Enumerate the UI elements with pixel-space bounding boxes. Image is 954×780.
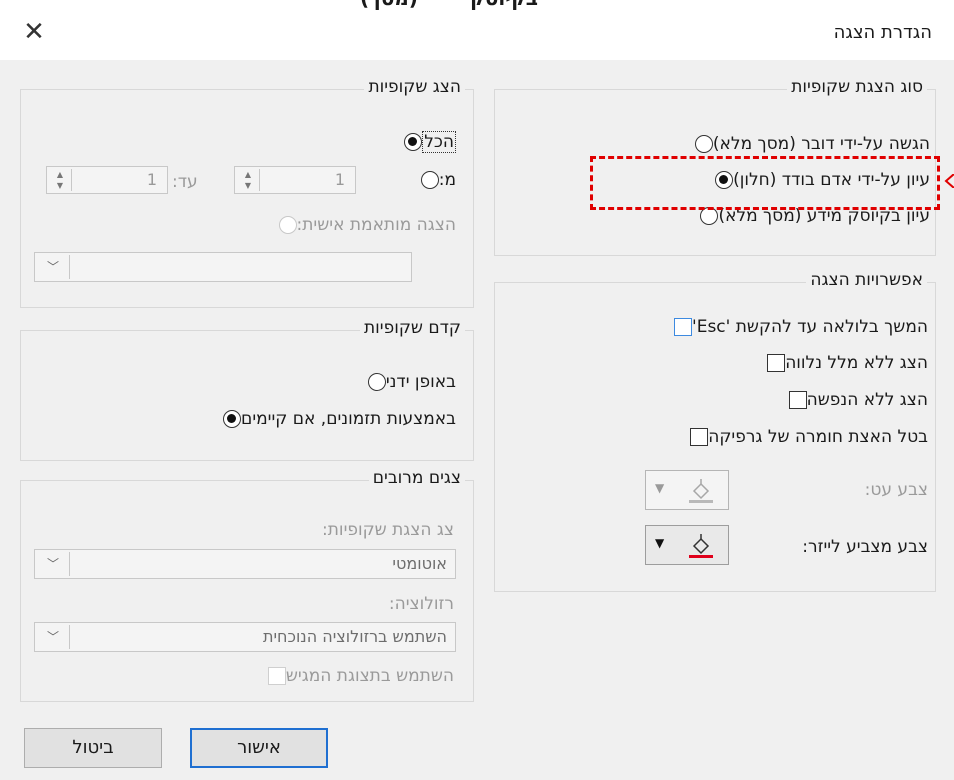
annotation-arrow-icon: [944, 174, 954, 188]
cropped-top-text: (מסך) בקיוסק: [0, 0, 954, 12]
checkbox-no-animation[interactable]: הצג ללא הנפשה: [780, 390, 928, 410]
from-spinner[interactable]: ▲ ▼ 1: [234, 166, 356, 194]
monitor-label: צג הצגת שקופיות:: [322, 520, 454, 540]
laser-color-button[interactable]: ▼: [645, 525, 729, 565]
show-options-title: אפשרויות הצגה: [806, 270, 927, 290]
slides-all-label: הכל: [422, 131, 456, 153]
checkbox-loop-label: המשך בלולאה עד להקשת 'Esc': [692, 317, 928, 337]
slides-all-option[interactable]: הכל: [397, 131, 456, 153]
presenter-view-label: השתמש בתצוגת המגיש: [285, 666, 454, 686]
checkbox-no-narration[interactable]: הצג ללא מלל נלווה: [758, 353, 928, 373]
laser-color-label: צבע מצביע לייזר:: [802, 537, 928, 557]
checkbox-no-narration-box[interactable]: [767, 354, 786, 372]
radio-all[interactable]: [404, 133, 423, 151]
cancel-button[interactable]: ביטול: [24, 728, 162, 768]
slides-custom-label: הצגה מותאמת אישית:: [296, 215, 456, 235]
ok-button[interactable]: אישור: [190, 728, 328, 768]
chevron-down-icon[interactable]: ﹀: [37, 255, 70, 279]
slides-from-option[interactable]: מ:: [414, 170, 456, 190]
advance-timings-label: באמצעות תזמונים, אם קיימים: [241, 409, 456, 429]
advance-manual-label: באופן ידני: [385, 372, 456, 392]
pen-color-button[interactable]: ▼: [645, 470, 729, 510]
radio-speaker[interactable]: [694, 135, 713, 153]
show-type-title: סוג הצגת שקופיות: [787, 77, 927, 97]
to-label: עד:: [172, 172, 198, 192]
dialog-title: הגדרת הצגה: [833, 22, 932, 43]
radio-manual[interactable]: [367, 373, 386, 391]
option-speaker-label: הגשה על-ידי דובר (מסך מלא): [712, 134, 930, 154]
monitor-select[interactable]: ﹀ אוטומטי: [34, 549, 456, 579]
resolution-select[interactable]: ﹀ השתמש ברזולוציה הנוכחית: [34, 622, 456, 652]
chevron-down-icon[interactable]: ﹀: [37, 552, 70, 576]
paint-bucket-icon: [689, 534, 713, 558]
pen-color-dropdown-icon: ▼: [655, 481, 665, 495]
laser-color-dropdown-icon: ▼: [655, 536, 665, 550]
advance-slides-group: קדם שקופיות: [20, 318, 474, 461]
to-spinner[interactable]: ▲ ▼ 1: [46, 166, 168, 194]
slides-from-label: מ:: [438, 170, 456, 190]
advance-slides-title: קדם שקופיות: [360, 318, 465, 338]
checkbox-disable-hw-accel-box[interactable]: [690, 428, 709, 446]
show-type-option-speaker[interactable]: הגשה על-ידי דובר (מסך מלא): [688, 134, 930, 154]
advance-timings-option[interactable]: באמצעות תזמונים, אם קיימים: [216, 409, 456, 429]
cropped-text-1: (מסך): [360, 0, 418, 10]
checkbox-no-animation-label: הצג ללא הנפשה: [806, 390, 928, 410]
to-value: 1: [146, 170, 157, 189]
show-slides-title: הצג שקופיות: [364, 77, 465, 97]
checkbox-no-narration-label: הצג ללא מלל נלווה: [785, 353, 928, 373]
checkbox-disable-hw-accel-label: בטל האצת חומרה של גרפיקה: [708, 427, 928, 447]
custom-show-select[interactable]: ﹀: [34, 252, 412, 282]
multiple-monitors-title: צגים מרובים: [368, 468, 465, 488]
radio-timings[interactable]: [223, 410, 242, 428]
slides-custom-option[interactable]: הצגה מותאמת אישית:: [272, 215, 456, 235]
from-value: 1: [334, 170, 345, 189]
checkbox-loop[interactable]: המשך בלולאה עד להקשת 'Esc': [665, 317, 928, 337]
spinner-arrows-icon[interactable]: ▲ ▼: [237, 169, 260, 191]
checkbox-loop-box[interactable]: [674, 318, 693, 336]
highlight-annotation-box: [590, 156, 940, 210]
pen-color-label: צבע עט:: [864, 480, 928, 500]
radio-custom[interactable]: [278, 216, 297, 234]
radio-from[interactable]: [420, 171, 439, 189]
presenter-view-checkbox[interactable]: [267, 667, 286, 685]
chevron-down-icon[interactable]: ﹀: [37, 625, 70, 649]
resolution-value: השתמש ברזולוציה הנוכחית: [262, 627, 447, 646]
advance-manual-option[interactable]: באופן ידני: [361, 372, 456, 392]
monitor-value: אוטומטי: [392, 554, 447, 573]
paint-bucket-icon: [689, 479, 713, 503]
close-icon[interactable]: ✕: [20, 18, 48, 46]
title-bar: הגדרת הצגה ✕: [0, 12, 954, 60]
presenter-view-option[interactable]: השתמש בתצוגת המגיש: [259, 666, 454, 686]
checkbox-no-animation-box[interactable]: [788, 391, 807, 409]
resolution-label: רזולוציה:: [388, 594, 454, 614]
cropped-text-2: בקיוסק: [470, 0, 538, 10]
spinner-arrows-icon[interactable]: ▲ ▼: [49, 169, 72, 191]
checkbox-disable-hw-accel[interactable]: בטל האצת חומרה של גרפיקה: [681, 427, 928, 447]
